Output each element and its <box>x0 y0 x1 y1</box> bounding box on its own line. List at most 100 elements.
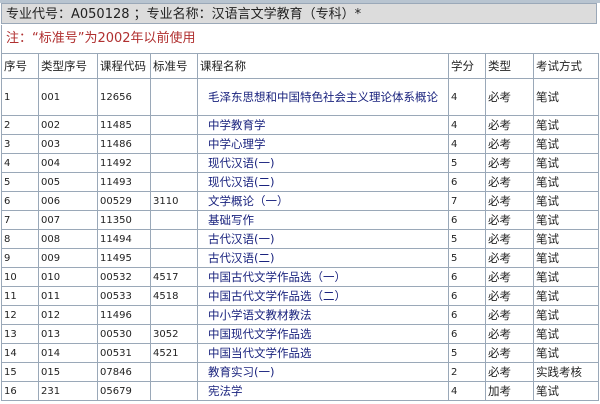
credits: 6 <box>448 305 486 325</box>
column-header: 类型 <box>485 53 534 79</box>
exam-method: 笔试 <box>533 115 599 135</box>
credits: 4 <box>448 115 486 135</box>
course-name-link[interactable]: 中小学语文教材教法 <box>197 305 449 325</box>
course-name-link[interactable]: 中学教育学 <box>197 115 449 135</box>
course-type: 必考 <box>485 172 534 192</box>
credits: 7 <box>448 191 486 211</box>
course-type: 必考 <box>485 153 534 173</box>
course-name-link[interactable]: 宪法学 <box>197 381 449 401</box>
course-type: 必考 <box>485 115 534 135</box>
exam-method: 笔试 <box>533 324 599 344</box>
course-type: 必考 <box>485 191 534 211</box>
standard-number <box>150 134 198 154</box>
row-number: 15 <box>1 362 39 382</box>
course-name-link[interactable]: 古代汉语(一) <box>197 229 449 249</box>
exam-method: 笔试 <box>533 210 599 230</box>
type-number: 002 <box>38 115 98 135</box>
standard-number <box>150 172 198 192</box>
course-code: 12656 <box>97 78 151 116</box>
exam-method: 笔试 <box>533 267 599 287</box>
course-name-link[interactable]: 中国现代文学作品选 <box>197 324 449 344</box>
standard-number: 3052 <box>150 324 198 344</box>
type-number: 008 <box>38 229 98 249</box>
course-name-link[interactable]: 中国当代文学作品选 <box>197 343 449 363</box>
standard-number: 4518 <box>150 286 198 306</box>
table-row: 16 231 05679 宪法学 4 加考 笔试 <box>1 381 599 401</box>
column-header: 课程名称 <box>197 53 449 79</box>
credits: 4 <box>448 381 486 401</box>
course-code: 07846 <box>97 362 151 382</box>
table-row: 9 009 11495 古代汉语(二) 5 必考 笔试 <box>1 248 599 268</box>
course-name-link[interactable]: 教育实习(一) <box>197 362 449 382</box>
table-row: 4 004 11492 现代汉语(一) 5 必考 笔试 <box>1 153 599 173</box>
course-type: 必考 <box>485 134 534 154</box>
course-name-link[interactable]: 基础写作 <box>197 210 449 230</box>
table-row: 15 015 07846 教育实习(一) 2 必考 实践考核 <box>1 362 599 382</box>
course-name-link[interactable]: 中国古代文学作品选（一） <box>197 267 449 287</box>
course-name-link[interactable]: 中国古代文学作品选（二） <box>197 286 449 306</box>
type-number: 012 <box>38 305 98 325</box>
standard-number <box>150 229 198 249</box>
row-number: 8 <box>1 229 39 249</box>
exam-method: 笔试 <box>533 153 599 173</box>
type-number: 005 <box>38 172 98 192</box>
standard-number <box>150 115 198 135</box>
exam-method: 笔试 <box>533 191 599 211</box>
table-row: 3 003 11486 中学心理学 4 必考 笔试 <box>1 134 599 154</box>
course-code: 11485 <box>97 115 151 135</box>
standard-number <box>150 381 198 401</box>
table-row: 2 002 11485 中学教育学 4 必考 笔试 <box>1 115 599 135</box>
row-number: 14 <box>1 343 39 363</box>
course-type: 必考 <box>485 248 534 268</box>
credits: 4 <box>448 134 486 154</box>
table-row: 8 008 11494 古代汉语(一) 5 必考 笔试 <box>1 229 599 249</box>
credits: 5 <box>448 229 486 249</box>
column-header: 序号 <box>1 53 39 79</box>
exam-method: 笔试 <box>533 134 599 154</box>
column-header: 标准号 <box>150 53 198 79</box>
table-row: 12 012 11496 中小学语文教材教法 6 必考 笔试 <box>1 305 599 325</box>
column-header: 类型序号 <box>38 53 98 79</box>
table-row: 1 001 12656 毛泽东思想和中国特色社会主义理论体系概论 4 必考 笔试 <box>1 78 599 116</box>
course-type: 必考 <box>485 78 534 116</box>
row-number: 12 <box>1 305 39 325</box>
type-number: 003 <box>38 134 98 154</box>
course-code: 11494 <box>97 229 151 249</box>
course-name-link[interactable]: 中学心理学 <box>197 134 449 154</box>
standard-number <box>150 305 198 325</box>
course-type: 必考 <box>485 229 534 249</box>
course-name-link[interactable]: 毛泽东思想和中国特色社会主义理论体系概论 <box>197 78 449 116</box>
course-code: 11495 <box>97 248 151 268</box>
course-code: 00531 <box>97 343 151 363</box>
exam-method: 实践考核 <box>533 362 599 382</box>
row-number: 3 <box>1 134 39 154</box>
course-type: 必考 <box>485 324 534 344</box>
standard-number <box>150 362 198 382</box>
course-name-link[interactable]: 现代汉语(一) <box>197 153 449 173</box>
credits: 6 <box>448 324 486 344</box>
exam-method: 笔试 <box>533 78 599 116</box>
column-header: 学分 <box>448 53 486 79</box>
row-number: 1 <box>1 78 39 116</box>
row-number: 13 <box>1 324 39 344</box>
row-number: 16 <box>1 381 39 401</box>
type-number: 009 <box>38 248 98 268</box>
table-row: 11 011 00533 4518 中国古代文学作品选（二） 6 必考 笔试 <box>1 286 599 306</box>
table-header: 序号 类型序号 课程代码 标准号 课程名称 学分 类型 考试方式 <box>1 53 599 79</box>
note-text: 注：“标准号”为2002年以前使用 <box>1 25 597 53</box>
credits: 4 <box>448 78 486 116</box>
exam-method: 笔试 <box>533 229 599 249</box>
course-name-link[interactable]: 现代汉语(二) <box>197 172 449 192</box>
table-row: 10 010 00532 4517 中国古代文学作品选（一） 6 必考 笔试 <box>1 267 599 287</box>
exam-method: 笔试 <box>533 381 599 401</box>
credits: 6 <box>448 286 486 306</box>
standard-number: 4521 <box>150 343 198 363</box>
course-name-link[interactable]: 古代汉语(二) <box>197 248 449 268</box>
credits: 6 <box>448 210 486 230</box>
course-name-link[interactable]: 文学概论（一） <box>197 191 449 211</box>
course-code: 00529 <box>97 191 151 211</box>
exam-method: 笔试 <box>533 305 599 325</box>
type-number: 014 <box>38 343 98 363</box>
type-number: 011 <box>38 286 98 306</box>
type-number: 001 <box>38 78 98 116</box>
